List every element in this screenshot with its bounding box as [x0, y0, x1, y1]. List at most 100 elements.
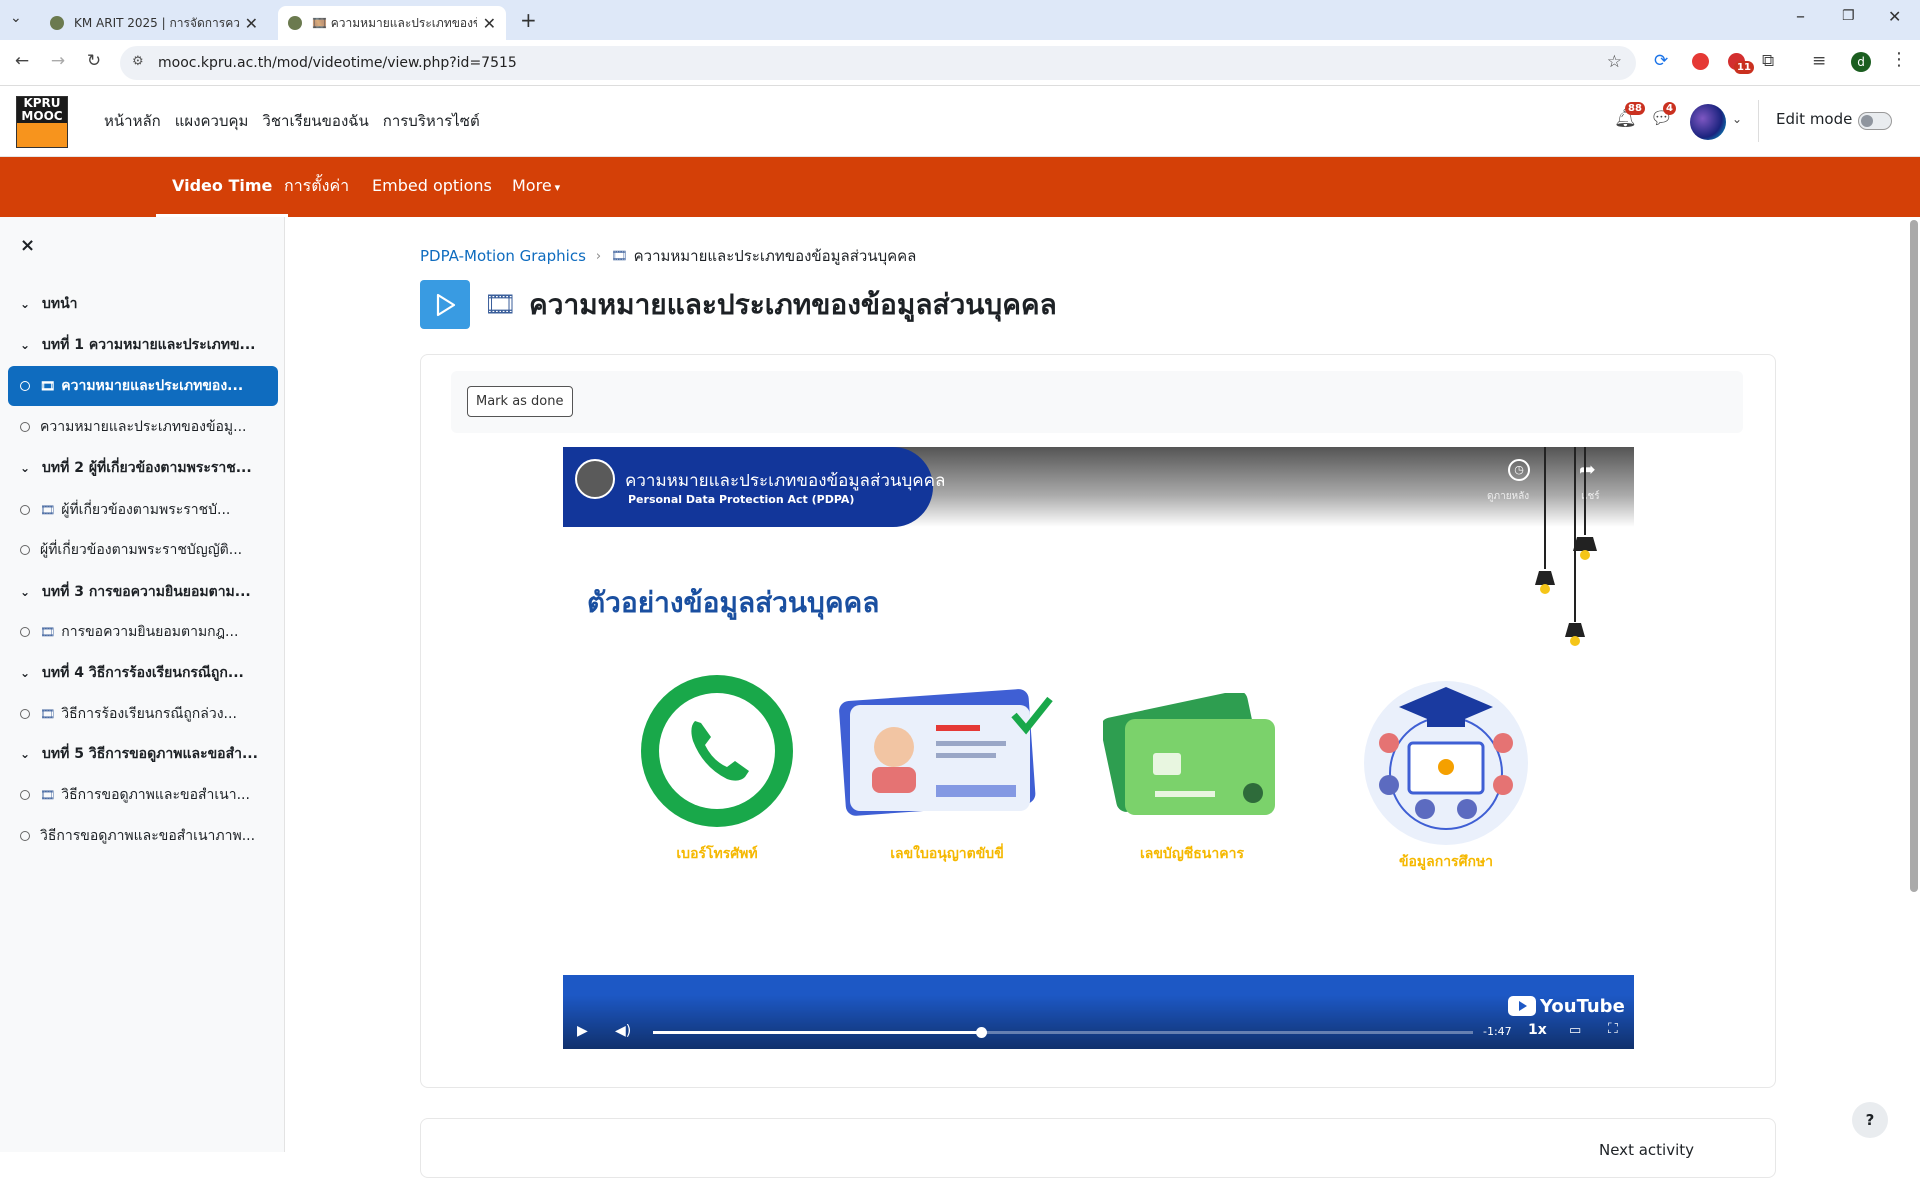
- next-activity-link[interactable]: Next activity: [1599, 1141, 1694, 1159]
- course-activity[interactable]: 🎞 การขอความยินยอมตามกฎ...: [8, 612, 278, 652]
- page-title: ความหมายและประเภทของข้อมูลส่วนบุคคล: [529, 287, 1057, 321]
- reload-icon[interactable]: ↻: [82, 51, 106, 71]
- close-tab-icon[interactable]: ✕: [245, 14, 258, 33]
- course-activity[interactable]: ผู้ที่เกี่ยวข้องตามพระราชบัญญัติ...: [8, 530, 278, 570]
- activity-navigation-card: Next activity: [420, 1118, 1776, 1178]
- pip-icon[interactable]: ▭: [1569, 1023, 1581, 1038]
- nav-home[interactable]: หน้าหลัก: [104, 109, 161, 133]
- minimize-icon[interactable]: –: [1796, 6, 1805, 27]
- sync-extension-icon[interactable]: ⟳: [1654, 51, 1668, 71]
- logo-text: KPRU MOOC: [17, 97, 67, 123]
- tab-more-label: More: [512, 176, 552, 195]
- course-section[interactable]: ⌄ บทที่ 3 การขอความยินยอมตาม...: [8, 572, 278, 612]
- chevron-down-icon[interactable]: ⌄: [20, 585, 32, 599]
- chevron-down-icon[interactable]: ⌄: [20, 666, 32, 680]
- phone-icon: [641, 675, 793, 827]
- progress-track[interactable]: [653, 1027, 1473, 1038]
- course-activity[interactable]: 🎞 วิธีการร้องเรียนกรณีถูกล่วง...: [8, 694, 278, 734]
- course-index-label: ความหมายและประเภทของ...: [61, 378, 244, 394]
- course-activity[interactable]: 🎞 ผู้ที่เกี่ยวข้องตามพระราชบั...: [8, 490, 278, 530]
- play-icon[interactable]: ▶: [577, 1023, 588, 1039]
- breadcrumb-course-link[interactable]: PDPA-Motion Graphics: [420, 247, 586, 265]
- tab-title: KM ARIT 2025 | การจัดการความรู้: [74, 15, 239, 30]
- license-label: เลขใบอนุญาตขับขี่: [890, 846, 1004, 862]
- channel-avatar[interactable]: [575, 459, 615, 499]
- breadcrumb-separator-icon: ›: [595, 248, 602, 264]
- primary-navigation: หน้าหลัก แผงควบคุม วิชาเรียนของฉัน การบร…: [104, 86, 494, 156]
- course-index-label: วิธีการขอดูภาพและขอสำเนาภาพ...: [40, 828, 256, 844]
- nav-dashboard[interactable]: แผงควบคุม: [175, 109, 249, 133]
- bank-card-icon: [1103, 693, 1275, 815]
- page-scrollbar[interactable]: [1910, 220, 1918, 892]
- close-tab-icon[interactable]: ✕: [483, 14, 496, 33]
- course-index-label: ผู้ที่เกี่ยวข้องตามพระราชบัญญัติ...: [40, 542, 243, 558]
- user-avatar[interactable]: [1690, 104, 1726, 140]
- completion-circle-icon: [20, 627, 30, 637]
- course-section[interactable]: ⌄ บทนำ: [8, 284, 278, 324]
- course-index-label: บทที่ 5 วิธีการขอดูภาพและขอสำ...: [42, 746, 258, 762]
- user-menu-chevron-icon[interactable]: ⌄: [1732, 112, 1742, 126]
- extension-red-icon[interactable]: [1692, 53, 1709, 70]
- film-icon: 🎞: [40, 503, 56, 517]
- course-activity[interactable]: 🎞 วิธีการขอดูภาพและขอสำเนา...: [8, 775, 278, 815]
- chevron-down-icon[interactable]: ⌄: [20, 461, 32, 475]
- course-section[interactable]: ⌄ บทที่ 2 ผู้ที่เกี่ยวข้องตามพระราช...: [8, 448, 278, 488]
- window-close-icon[interactable]: ✕: [1888, 7, 1901, 26]
- help-button[interactable]: ?: [1852, 1102, 1888, 1138]
- chevron-down-icon[interactable]: ⌄: [20, 338, 32, 352]
- browser-tab-0[interactable]: KM ARIT 2025 | การจัดการความรู้ ✕: [40, 6, 268, 40]
- menu-kebab-icon[interactable]: ⋮: [1890, 49, 1908, 70]
- profile-avatar[interactable]: d: [1851, 52, 1871, 72]
- new-tab-icon[interactable]: +: [520, 8, 537, 32]
- nav-site-admin[interactable]: การบริหารไซต์: [383, 109, 480, 133]
- tab-settings[interactable]: การตั้งค่า: [284, 157, 349, 217]
- progress-fill: [653, 1031, 981, 1034]
- video-player[interactable]: ความหมายและประเภทของข้อมูลส่วนบุคคล Pers…: [563, 447, 1634, 1049]
- extensions-puzzle-icon[interactable]: ⧉: [1762, 51, 1774, 71]
- course-section[interactable]: ⌄ บทที่ 4 วิธีการร้องเรียนกรณีถูก...: [8, 653, 278, 693]
- tab-search-icon[interactable]: ⌄: [10, 10, 22, 26]
- course-activity[interactable]: ความหมายและประเภทของข้อมู...: [8, 407, 278, 447]
- course-activity[interactable]: วิธีการขอดูภาพและขอสำเนาภาพ...: [8, 816, 278, 856]
- chevron-down-icon[interactable]: ⌄: [20, 747, 32, 761]
- address-bar[interactable]: ⚙ mooc.kpru.ac.th/mod/videotime/view.php…: [120, 46, 1636, 80]
- favicon-icon: [288, 16, 302, 30]
- volume-icon[interactable]: ◀): [615, 1023, 631, 1039]
- messages-count: 4: [1663, 102, 1676, 115]
- close-drawer-icon[interactable]: ×: [20, 235, 35, 256]
- chevron-down-icon: ▾: [554, 181, 561, 194]
- restore-icon[interactable]: ❐: [1842, 8, 1855, 24]
- film-icon: 🎞: [40, 625, 56, 639]
- fullscreen-icon[interactable]: ⛶: [1608, 1021, 1618, 1037]
- forward-icon[interactable]: →: [46, 51, 70, 71]
- education-label: ข้อมูลการศึกษา: [1398, 854, 1494, 870]
- progress-knob[interactable]: [976, 1027, 987, 1038]
- course-index-label: วิธีการร้องเรียนกรณีถูกล่วง...: [61, 706, 237, 722]
- media-icon[interactable]: ≡: [1812, 51, 1826, 71]
- video-heading: ตัวอย่างข้อมูลส่วนบุคคล: [587, 586, 880, 619]
- course-section[interactable]: ⌄ บทที่ 5 วิธีการขอดูภาพและขอสำ...: [8, 734, 278, 774]
- youtube-logo[interactable]: YouTube: [1508, 995, 1625, 1017]
- browser-tab-1[interactable]: 🎞️ ความหมายและประเภทของข้อมูล ✕: [278, 6, 506, 40]
- bookmark-star-icon[interactable]: ☆: [1607, 52, 1622, 72]
- course-section[interactable]: ⌄ บทที่ 1 ความหมายและประเภทข...: [8, 325, 278, 365]
- site-logo[interactable]: KPRU MOOC: [16, 96, 68, 148]
- tab-embed-options[interactable]: Embed options: [372, 157, 492, 217]
- edit-mode-toggle[interactable]: [1858, 112, 1892, 130]
- site-info-icon[interactable]: ⚙: [132, 54, 144, 69]
- tab-video-time[interactable]: Video Time: [156, 157, 289, 217]
- controls-gradient: [563, 995, 1634, 1049]
- browser-tab-strip: ⌄ KM ARIT 2025 | การจัดการความรู้ ✕ 🎞️ ค…: [0, 0, 1920, 40]
- youtube-video-title[interactable]: ความหมายและประเภทของข้อมูลส่วนบุคคล: [625, 467, 945, 494]
- tab-more[interactable]: More ▾: [512, 157, 560, 217]
- playback-speed[interactable]: 1x: [1528, 1022, 1547, 1038]
- education-icon: [1364, 681, 1528, 845]
- nav-my-courses[interactable]: วิชาเรียนของฉัน: [262, 109, 368, 133]
- chevron-down-icon[interactable]: ⌄: [20, 297, 32, 311]
- mark-as-done-button[interactable]: Mark as done: [467, 386, 573, 417]
- back-icon[interactable]: ←: [10, 51, 34, 71]
- extension-badge-icon[interactable]: 11: [1728, 53, 1754, 74]
- banner-subtitle: Personal Data Protection Act (PDPA): [628, 493, 855, 506]
- video-activity-icon: [420, 280, 470, 329]
- course-activity[interactable]: 🎞 ความหมายและประเภทของ...: [8, 366, 278, 406]
